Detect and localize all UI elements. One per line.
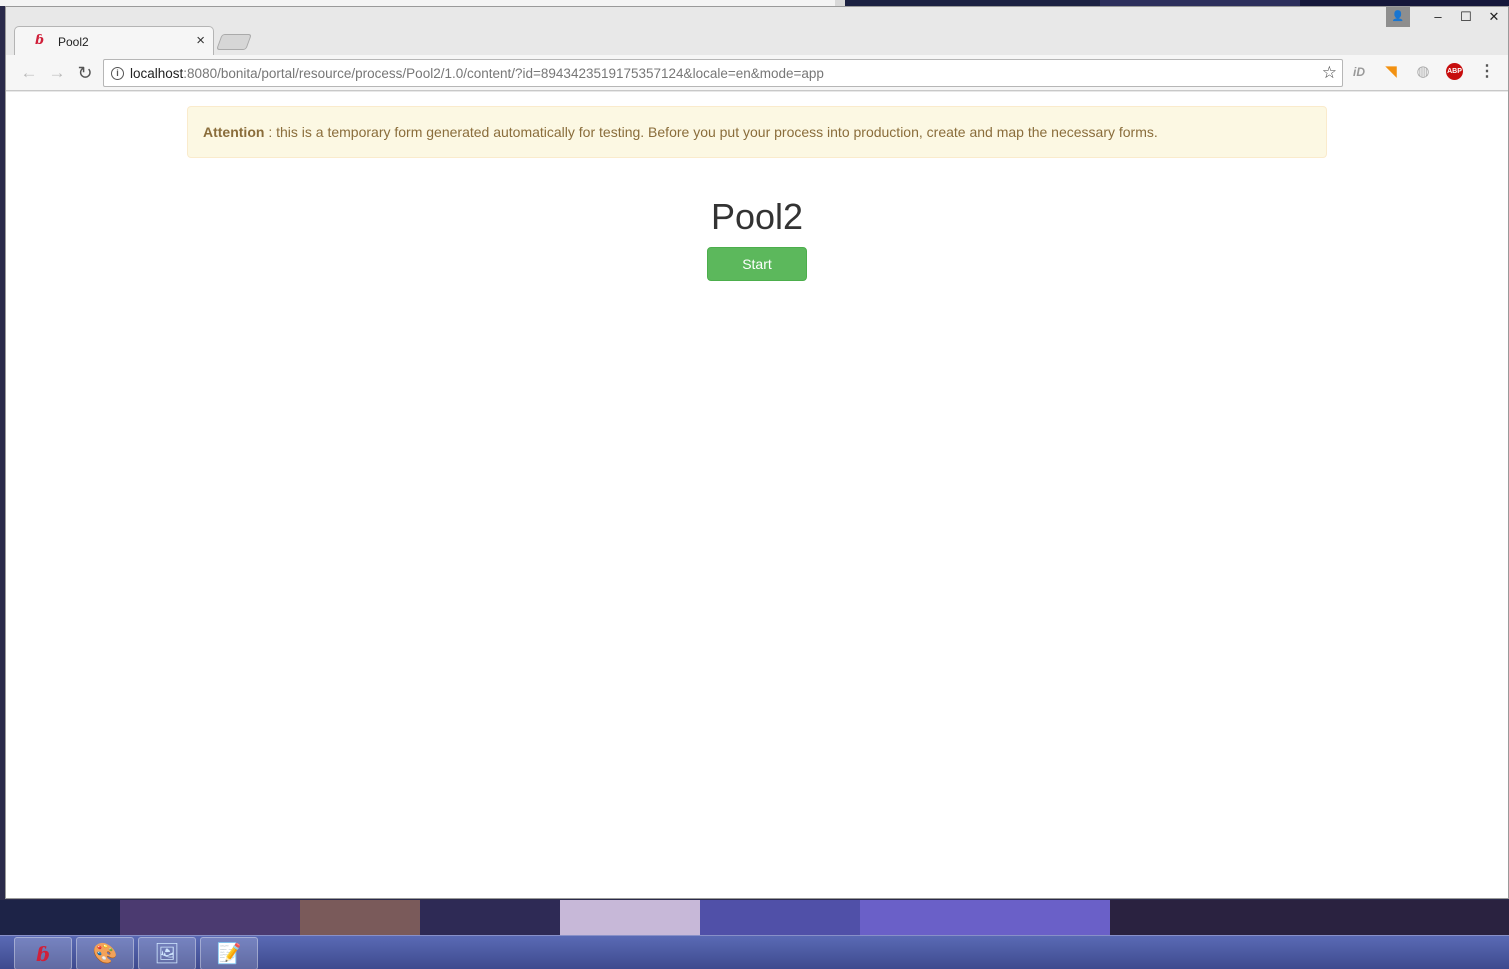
url-host: localhost	[130, 66, 184, 81]
bonita-studio-taskbar-icon[interactable]: ɓ	[14, 937, 72, 969]
photo-viewer-taskbar-icon[interactable]: 🖼	[138, 937, 196, 969]
info-icon[interactable]: i	[111, 67, 124, 80]
notepad-taskbar-icon[interactable]: 📝	[200, 937, 258, 969]
reload-icon[interactable]: ↻	[74, 62, 96, 84]
forward-arrow-icon[interactable]: →	[46, 62, 68, 84]
tab-title: Pool2	[58, 35, 89, 49]
rss-feed-icon[interactable]: ◥	[1382, 63, 1400, 81]
alert-strong: Attention	[203, 124, 265, 140]
tab-pool2[interactable]: ɓ Pool2 ×	[14, 26, 214, 56]
tab-close-icon[interactable]: ×	[196, 32, 205, 49]
new-tab-button[interactable]	[216, 34, 252, 50]
browser-window: ɓ Pool2 × 👤 – ☐ ✕ ← → ↻ i localhost:8080…	[5, 6, 1509, 899]
address-bar[interactable]: i localhost:8080/bonita/portal/resource/…	[103, 59, 1343, 87]
minimize-button[interactable]: –	[1424, 7, 1452, 27]
page-content: Attention : this is a temporary form gen…	[6, 92, 1508, 898]
start-button[interactable]: Start	[707, 247, 807, 281]
maximize-button[interactable]: ☐	[1452, 7, 1480, 27]
paint-taskbar-icon[interactable]: 🎨	[76, 937, 134, 969]
page-title: Pool2	[710, 196, 804, 237]
bonita-favicon-icon: ɓ	[35, 33, 45, 48]
desktop-wallpaper-bottom	[0, 900, 1509, 935]
id-extension-icon[interactable]: iD	[1350, 63, 1368, 81]
alert-message: : this is a temporary form generated aut…	[264, 124, 1158, 140]
browser-menu-icon[interactable]: ⋮	[1478, 63, 1496, 81]
user-profile-icon[interactable]: 👤	[1386, 7, 1410, 27]
close-window-button[interactable]: ✕	[1480, 7, 1508, 27]
bookmark-star-icon[interactable]: ☆	[1322, 63, 1337, 83]
back-arrow-icon[interactable]: ←	[18, 62, 40, 84]
browser-toolbar: ← → ↻ i localhost:8080/bonita/portal/res…	[6, 55, 1508, 91]
globe-icon[interactable]: ◍	[1414, 63, 1432, 81]
url-text: localhost:8080/bonita/portal/resource/pr…	[130, 66, 824, 81]
adblock-plus-icon[interactable]: ABP	[1446, 63, 1463, 80]
attention-alert: Attention : this is a temporary form gen…	[187, 106, 1327, 158]
taskbar: ɓ 🎨 🖼 📝	[0, 935, 1509, 969]
window-controls: 👤 – ☐ ✕	[1386, 7, 1508, 27]
url-path: :8080/bonita/portal/resource/process/Poo…	[183, 66, 824, 81]
title-bar: ɓ Pool2 × 👤 – ☐ ✕	[6, 7, 1508, 56]
